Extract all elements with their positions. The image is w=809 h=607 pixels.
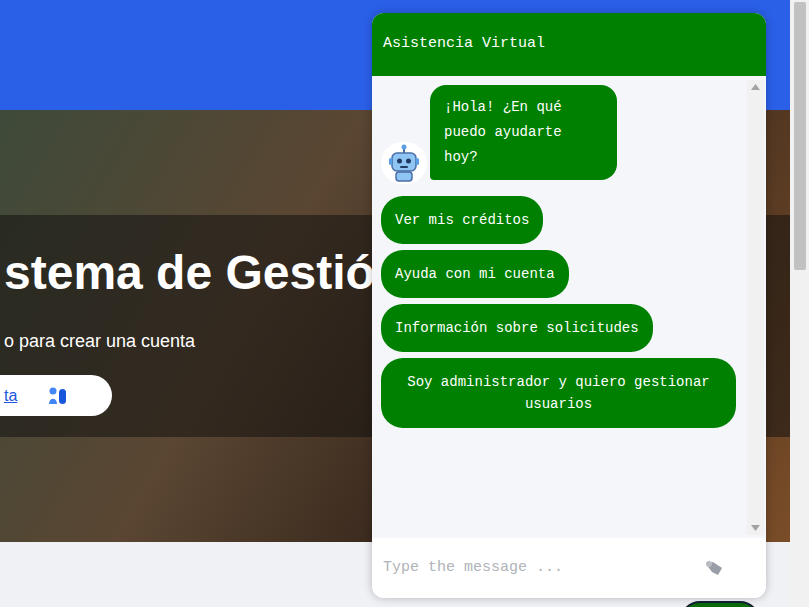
chat-header: Asistencia Virtual (372, 13, 766, 76)
account-icon (47, 385, 69, 407)
bot-avatar (381, 142, 427, 184)
chat-scrollbar[interactable] (747, 80, 764, 535)
chat-body: ¡Hola! ¿En qué puedo ayudarte hoy? Ver mi… (372, 76, 766, 538)
option-button[interactable]: Soy administrador y quiero gestionar usu… (381, 358, 736, 428)
message-input[interactable] (383, 557, 696, 580)
chat-messages: ¡Hola! ¿En qué puedo ayudarte hoy? Ver mi… (372, 80, 747, 538)
option-button[interactable]: Información sobre solicitudes (381, 304, 653, 352)
option-button[interactable]: Ver mis créditos (381, 196, 543, 244)
create-account-link[interactable]: ta (4, 384, 17, 408)
page: stema de Gestióo para crear una cuentata… (0, 0, 809, 607)
bot-message: ¡Hola! ¿En qué puedo ayudarte hoy? (381, 85, 747, 180)
chat-input-bar (372, 538, 766, 598)
scroll-down-icon[interactable] (751, 525, 760, 531)
chat-title: Asistencia Virtual (383, 33, 545, 56)
page-scrollbar-thumb[interactable] (794, 2, 806, 270)
scroll-up-icon[interactable] (751, 84, 760, 90)
robot-icon (387, 144, 421, 182)
chat-launcher[interactable] (680, 601, 760, 607)
send-icon[interactable] (704, 559, 726, 577)
create-account-button[interactable]: ta (0, 375, 112, 416)
option-button[interactable]: Ayuda con mi cuenta (381, 250, 569, 298)
page-scrollbar[interactable] (790, 0, 809, 607)
message-bubble: ¡Hola! ¿En qué puedo ayudarte hoy? (430, 85, 617, 180)
chat-widget: Asistencia Virtual ¡Hola! ¿En qué puedo a… (372, 13, 766, 598)
